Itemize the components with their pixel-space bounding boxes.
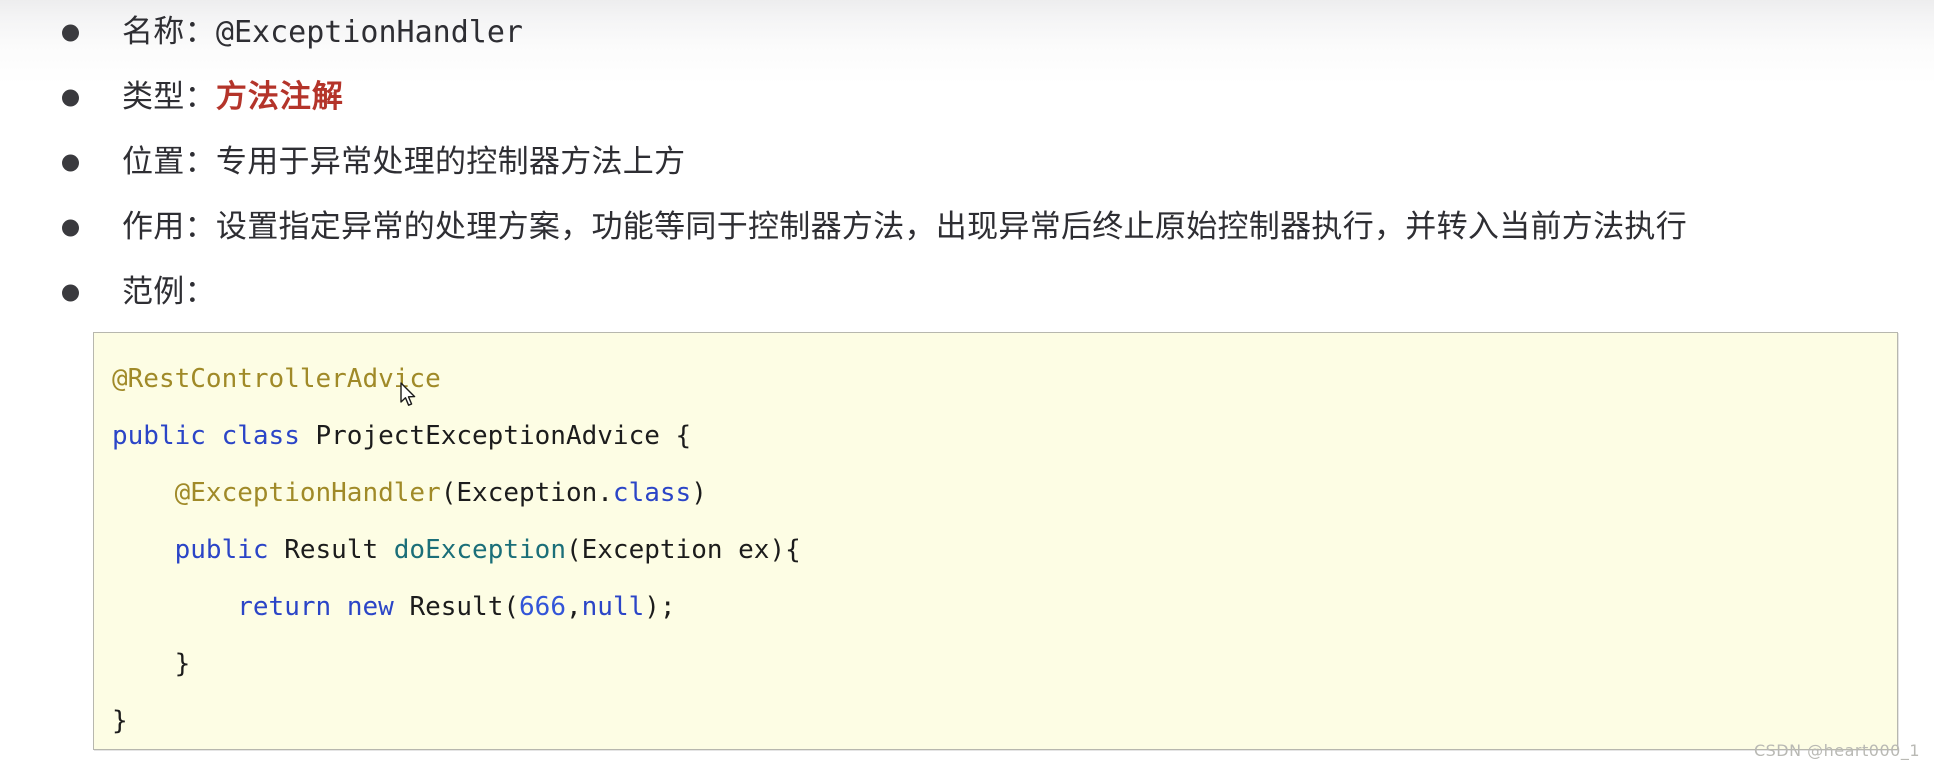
code-token: return (237, 592, 347, 622)
code-token: 666 (519, 592, 566, 622)
code-line: @RestControllerAdvice (112, 351, 1897, 408)
list-item-value: 方法注解 (215, 79, 344, 115)
bullet-dot-icon (62, 24, 79, 41)
list-item: 范例： (0, 260, 1934, 325)
list-item-value: @ExceptionHandler (215, 15, 523, 50)
code-token: null (581, 592, 645, 622)
code-token: @ExceptionHandler (174, 478, 441, 508)
bullet-list: 名称：@ExceptionHandler 类型：方法注解位置：专用于异常处理的控制… (0, 0, 1934, 325)
bullet-dot-icon (62, 154, 79, 171)
code-line: } (112, 636, 1897, 693)
list-item-text: 位置：专用于异常处理的控制器方法上方 (122, 147, 685, 178)
list-item-text: 名称：@ExceptionHandler (122, 17, 523, 48)
code-token: ); (644, 592, 676, 622)
code-line: return new Result(666,null); (112, 579, 1897, 636)
code-token: } (112, 706, 128, 736)
code-token: @RestControllerAdvice (112, 364, 441, 394)
code-token: , (565, 592, 582, 622)
code-line: public Result doException(Exception ex){ (112, 522, 1897, 579)
list-item: 位置：专用于异常处理的控制器方法上方 (0, 130, 1934, 195)
code-token: class (221, 421, 316, 451)
code-token: ProjectExceptionAdvice { (315, 421, 692, 451)
code-content: @RestControllerAdvice public class Projec… (94, 333, 1897, 749)
list-item-value: 设置指定异常的处理方案，功能等同于控制器方法，出现异常后终止原始控制器执行，并转… (215, 209, 1688, 245)
list-item-label: 范例： (122, 274, 216, 310)
list-item-label: 名称： (122, 14, 216, 50)
list-item-label: 类型： (122, 79, 216, 115)
list-item-label: 位置： (122, 144, 216, 180)
bullet-dot-icon (62, 219, 79, 236)
list-item: 类型：方法注解 (0, 65, 1934, 130)
code-token: ) (691, 478, 707, 508)
code-line: @ExceptionHandler(Exception.class) (112, 465, 1897, 522)
code-token: Result (284, 535, 394, 565)
code-line: public class ProjectExceptionAdvice { (112, 408, 1897, 465)
code-token: } (112, 649, 191, 679)
code-block: @RestControllerAdvice public class Projec… (93, 332, 1898, 750)
list-item-text: 类型：方法注解 (122, 82, 344, 113)
list-item-label: 作用： (122, 209, 216, 245)
code-token: public (112, 421, 222, 451)
slide-page: 名称：@ExceptionHandler 类型：方法注解 位置：专用于异常处理的控制… (0, 0, 1934, 766)
list-item: 作用：设置指定异常的处理方案，功能等同于控制器方法，出现异常后终止原始控制器执行… (0, 195, 1934, 260)
watermark: CSDN @heart000_1 (1753, 741, 1920, 760)
code-token: new (346, 592, 410, 622)
list-item-value: 专用于异常处理的控制器方法上方 (215, 144, 686, 180)
list-item-text: 作用：设置指定异常的处理方案，功能等同于控制器方法，出现异常后终止原始控制器执行… (122, 212, 1687, 243)
bullet-dot-icon (62, 284, 79, 301)
list-item: 名称：@ExceptionHandler (0, 0, 1934, 65)
code-token: class (612, 478, 692, 508)
code-token: doException (393, 535, 566, 565)
code-token: (Exception. (440, 478, 613, 508)
code-token: (Exception ex){ (565, 535, 801, 565)
bullet-dot-icon (62, 89, 79, 106)
code-token: Result( (409, 592, 520, 622)
code-line: } (112, 693, 1897, 749)
list-item-text: 范例： (122, 277, 216, 308)
code-token: public (174, 535, 285, 565)
